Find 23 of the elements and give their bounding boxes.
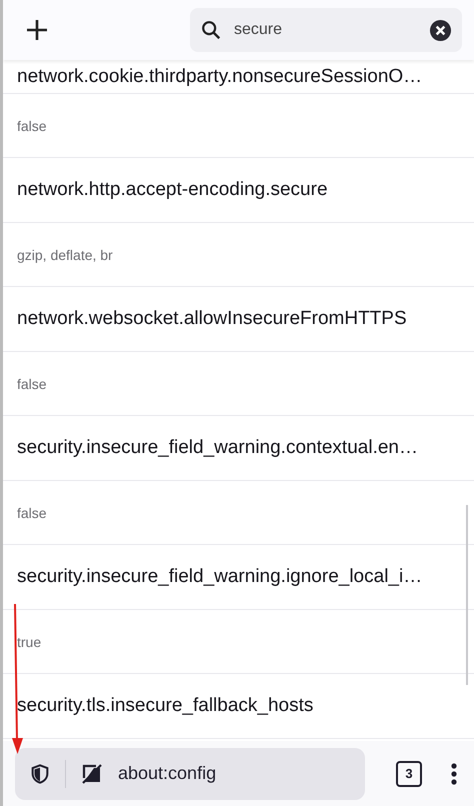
- pref-name[interactable]: security.insecure_field_warning.ignore_local_i…: [17, 566, 422, 588]
- search-icon: [200, 19, 222, 41]
- scrollbar[interactable]: [466, 505, 468, 685]
- pref-name[interactable]: security.tls.insecure_fallback_hosts: [17, 695, 314, 717]
- pref-name[interactable]: network.websocket.allowInsecureFromHTTPS: [17, 308, 407, 330]
- pref-name[interactable]: network.cookie.thirdparty.nonsecureSessionO…: [17, 66, 422, 88]
- pref-value: false: [17, 376, 47, 392]
- address-bar[interactable]: about:config: [15, 748, 365, 800]
- url-text: about:config: [118, 763, 216, 784]
- pref-name[interactable]: network.http.accept-encoding.secure: [17, 179, 328, 201]
- add-icon[interactable]: [25, 18, 49, 42]
- pref-value: false: [17, 504, 47, 520]
- search-field[interactable]: secure: [232, 20, 419, 40]
- pref-value: false: [17, 118, 47, 134]
- pref-name[interactable]: security.insecure_field_warning.contextual.en…: [17, 437, 418, 459]
- pref-value: gzip, deflate, br: [17, 246, 113, 262]
- pref-value: true: [17, 634, 42, 650]
- shield-icon[interactable]: [29, 762, 51, 784]
- tab-count-button[interactable]: 3: [396, 760, 422, 786]
- menu-icon[interactable]: [450, 762, 458, 786]
- search-bar[interactable]: secure: [190, 8, 462, 52]
- clear-icon[interactable]: [429, 18, 452, 42]
- crossed-out-page-icon[interactable]: [80, 762, 104, 786]
